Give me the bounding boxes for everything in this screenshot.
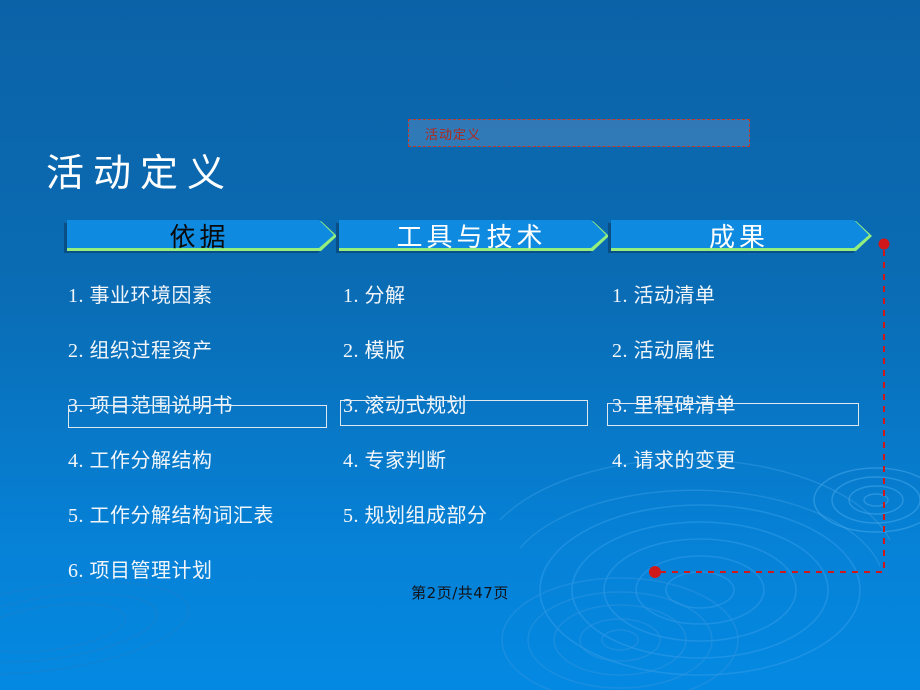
red-dot-top xyxy=(878,238,890,250)
outline-box-outputs xyxy=(607,403,859,426)
outline-box-tools xyxy=(340,400,588,426)
list-item: 1. 活动清单 xyxy=(612,285,716,307)
list-item: 4. 请求的变更 xyxy=(612,450,736,472)
banner-label-tools: 工具与技术 xyxy=(396,222,547,252)
slide-canvas: 活动定义 活动定义 依据 工具与技术 成果 1. 事业环境因素 2. 组织过程资… xyxy=(0,0,920,690)
page-indicator: 第2页/共47页 xyxy=(411,584,509,602)
list-item: 2. 组织过程资产 xyxy=(68,340,213,362)
list-item: 5. 规划组成部分 xyxy=(343,505,488,527)
list-item: 2. 模版 xyxy=(343,340,406,362)
annotation-highlight-box: 活动定义 xyxy=(408,119,750,147)
process-banner-row: 依据 工具与技术 成果 xyxy=(62,219,872,257)
outline-box-inputs xyxy=(68,405,327,428)
list-item: 4. 专家判断 xyxy=(343,450,447,472)
banner-tools: 工具与技术 xyxy=(334,219,609,257)
list-item: 5. 工作分解结构词汇表 xyxy=(68,505,274,527)
annotation-label: 活动定义 xyxy=(425,127,482,143)
page-title: 活动定义 xyxy=(46,153,235,195)
banner-inputs: 依据 xyxy=(62,219,337,257)
column-outputs: 1. 活动清单 2. 活动属性 3. 里程碑清单 4. 请求的变更 xyxy=(612,286,736,506)
banner-outputs: 成果 xyxy=(606,219,872,257)
list-item: 2. 活动属性 xyxy=(612,340,716,362)
banner-label-inputs: 依据 xyxy=(169,222,230,252)
list-item: 1. 事业环境因素 xyxy=(68,285,213,307)
list-item: 4. 工作分解结构 xyxy=(68,450,213,472)
red-dot-bottom xyxy=(649,566,661,578)
banner-label-outputs: 成果 xyxy=(708,222,769,252)
list-item: 1. 分解 xyxy=(343,285,406,307)
column-inputs: 1. 事业环境因素 2. 组织过程资产 3. 项目范围说明书 4. 工作分解结构… xyxy=(68,286,274,616)
